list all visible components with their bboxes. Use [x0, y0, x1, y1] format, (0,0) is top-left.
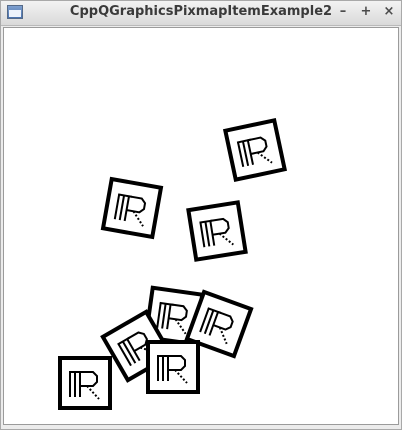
- pixmap-item[interactable]: [186, 200, 248, 262]
- pixmap-item[interactable]: [223, 118, 287, 182]
- minimize-button[interactable]: –: [335, 4, 351, 20]
- pixmap-item[interactable]: [58, 356, 112, 410]
- app-window: CppQGraphicsPixmapItemExample2 – + ×: [0, 0, 402, 430]
- title-bar[interactable]: CppQGraphicsPixmapItemExample2 – + ×: [1, 1, 401, 26]
- graphics-view[interactable]: [3, 27, 399, 425]
- pixmap-item[interactable]: [146, 340, 200, 394]
- pixmap-item[interactable]: [101, 177, 163, 239]
- close-button[interactable]: ×: [381, 4, 397, 20]
- maximize-button[interactable]: +: [358, 4, 374, 20]
- graphics-scene: [58, 118, 287, 410]
